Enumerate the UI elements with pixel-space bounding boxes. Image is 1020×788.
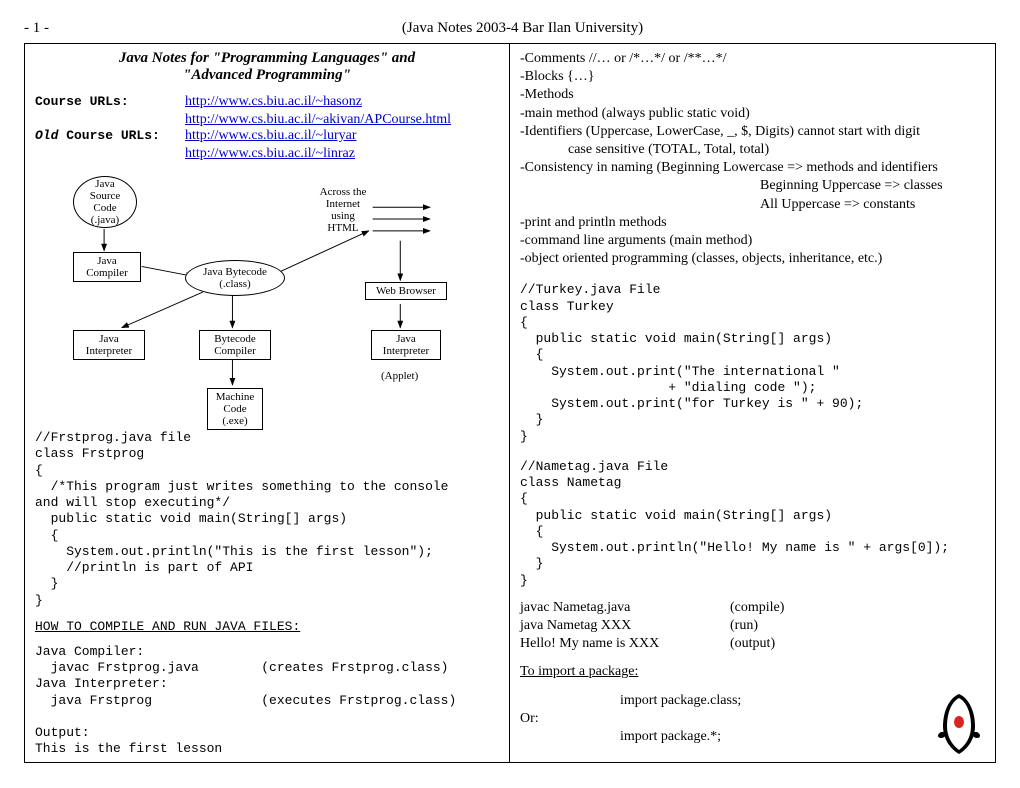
diagram-interpreter-1: Java Interpreter	[73, 330, 145, 360]
java-duke-icon	[935, 692, 983, 756]
old-course-url-row-2: http://www.cs.biu.ac.il/~linraz	[185, 146, 499, 162]
diagram-bytecode-compiler: Bytecode Compiler	[199, 330, 271, 360]
cmd-run: java Nametag XXX	[520, 617, 730, 635]
cmd-compile-note: (compile)	[730, 599, 784, 617]
course-urls-label: Course URLs:	[35, 94, 185, 110]
left-column: Java Notes for "Programming Languages" a…	[25, 44, 510, 762]
bullet-main: -main method (always public static void)	[520, 105, 985, 123]
cmd-compile: javac Nametag.java	[520, 599, 730, 617]
diagram-across-label: Across the Internet using HTML	[313, 186, 373, 234]
bullet-case-sensitive: case sensitive (TOTAL, Total, total)	[520, 141, 985, 159]
old-course-urls-label: Old Course URLs:	[35, 128, 185, 144]
bullet-cmdline: -command line arguments (main method)	[520, 232, 985, 250]
howto-heading: HOW TO COMPILE AND RUN JAVA FILES:	[35, 619, 499, 634]
diagram-web-browser: Web Browser	[365, 282, 447, 300]
document-title: Java Notes for "Programming Languages" a…	[35, 50, 499, 84]
bullet-identifiers: -Identifiers (Uppercase, LowerCase, _, $…	[520, 123, 985, 141]
title-line-2: "Advanced Programming"	[35, 67, 499, 84]
cmd-row-compile: javac Nametag.java (compile)	[520, 599, 985, 617]
cmd-output-note: (output)	[730, 635, 775, 653]
old-course-url-row-1: Old Course URLs: http://www.cs.biu.ac.il…	[35, 128, 499, 144]
bullet-all-upper: All Uppercase => constants	[520, 196, 985, 214]
cmd-row-run: java Nametag XXX (run)	[520, 617, 985, 635]
nametag-code: //Nametag.java File class Nametag { publ…	[520, 459, 985, 589]
course-url-row-1: Course URLs: http://www.cs.biu.ac.il/~ha…	[35, 94, 499, 110]
document-header: (Java Notes 2003-4 Bar Ilan University)	[49, 20, 996, 37]
turkey-code: //Turkey.java File class Turkey { public…	[520, 282, 985, 445]
bullet-oop: -object oriented programming (classes, o…	[520, 250, 985, 268]
cmd-output: Hello! My name is XXX	[520, 635, 730, 653]
diagram-source-code: Java Source Code (.java)	[73, 176, 137, 228]
old-course-label-text: Course URLs:	[58, 128, 159, 143]
old-course-link-2[interactable]: http://www.cs.biu.ac.il/~linraz	[185, 146, 355, 161]
import-line-1: import package.class;	[520, 692, 985, 710]
bullet-methods: -Methods	[520, 86, 985, 104]
import-or: Or:	[520, 710, 985, 728]
old-prefix: Old	[35, 128, 58, 143]
bullet-consistency: -Consistency in naming (Beginning Lowerc…	[520, 159, 985, 177]
bullet-blocks: -Blocks {…}	[520, 68, 985, 86]
diagram-bytecode: Java Bytecode (.class)	[185, 260, 285, 296]
right-column: -Comments //… or /*…*/ or /**…*/ -Blocks…	[510, 44, 995, 762]
cmd-run-note: (run)	[730, 617, 758, 635]
diagram-applet-label: (Applet)	[381, 370, 418, 382]
course-url-row-2: http://www.cs.biu.ac.il/~akivan/APCourse…	[185, 112, 499, 128]
two-column-layout: Java Notes for "Programming Languages" a…	[24, 43, 996, 763]
java-compilation-diagram: Java Source Code (.java) Java Compiler J…	[35, 170, 499, 430]
import-line-2: import package.*;	[520, 728, 985, 746]
bullet-beginning-upper: Beginning Uppercase => classes	[520, 177, 985, 195]
course-link-1[interactable]: http://www.cs.biu.ac.il/~hasonz	[185, 94, 362, 110]
page-number: - 1 -	[24, 20, 49, 37]
howto-block: Java Compiler: javac Frstprog.java (crea…	[35, 644, 499, 758]
cmd-row-output: Hello! My name is XXX (output)	[520, 635, 985, 653]
bullet-comments: -Comments //… or /*…*/ or /**…*/	[520, 50, 985, 68]
bullet-print: -print and println methods	[520, 214, 985, 232]
diagram-interpreter-2: Java Interpreter	[371, 330, 441, 360]
diagram-machine-code: Machine Code (.exe)	[207, 388, 263, 430]
diagram-compiler: Java Compiler	[73, 252, 141, 282]
course-link-2[interactable]: http://www.cs.biu.ac.il/~akivan/APCourse…	[185, 112, 451, 127]
frstprog-code: //Frstprog.java file class Frstprog { /*…	[35, 430, 499, 609]
title-line-1: Java Notes for "Programming Languages" a…	[35, 50, 499, 67]
import-heading: To import a package:	[520, 663, 985, 681]
old-course-link-1[interactable]: http://www.cs.biu.ac.il/~luryar	[185, 128, 357, 144]
